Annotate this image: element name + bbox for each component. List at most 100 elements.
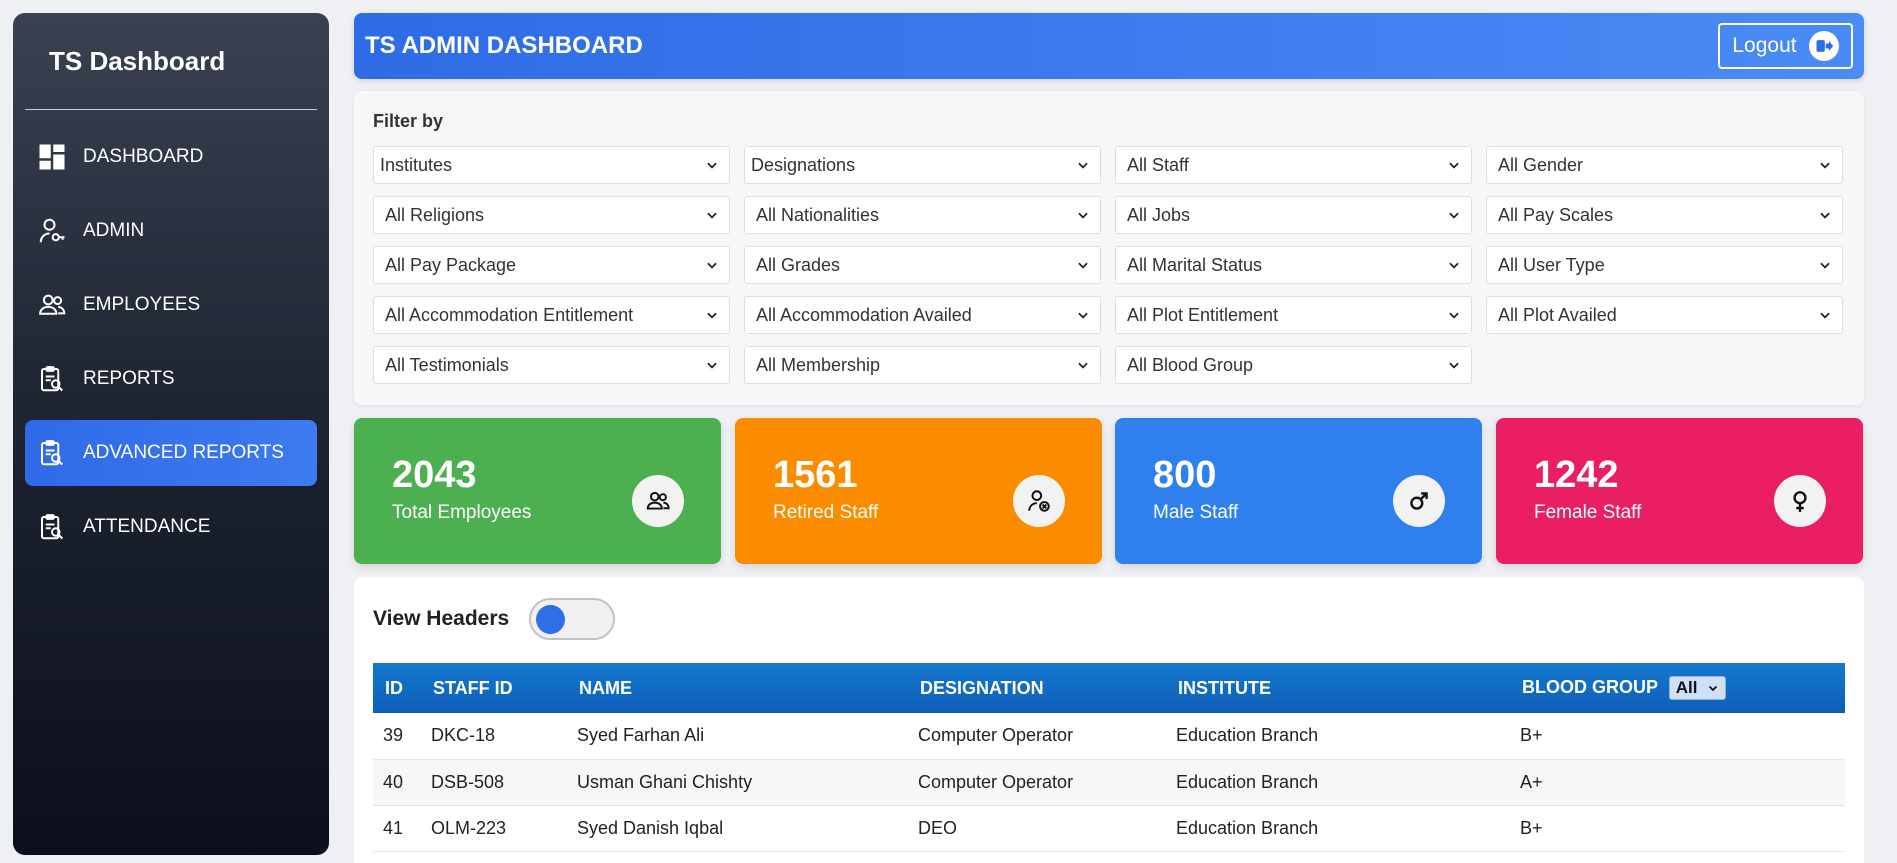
filter-select-all-user-type[interactable]: All User Type [1486, 246, 1843, 284]
filter-select-value: All Plot Entitlement [1127, 304, 1279, 325]
view-headers-row: View Headers [373, 597, 1845, 641]
page-title: TS ADMIN DASHBOARD [365, 32, 643, 59]
filter-select-all-jobs[interactable]: All Jobs [1115, 196, 1472, 234]
filter-select-value: All Marital Status [1127, 254, 1263, 275]
cell-institute: Education Branch [1166, 759, 1510, 806]
blood-group-filter-select[interactable]: All [1668, 676, 1727, 700]
chevron-down-icon [1078, 212, 1088, 219]
cell-name: Syed Farhan Ali [567, 713, 908, 760]
toggle-knob [536, 605, 566, 634]
users-icon [35, 288, 69, 322]
chevron-down-icon [1820, 212, 1830, 219]
filter-select-all-pay-scales[interactable]: All Pay Scales [1486, 196, 1843, 234]
filter-select-all-staff[interactable]: All Staff [1115, 146, 1472, 184]
filter-select-value: Designations [751, 154, 856, 175]
sidebar-divider [25, 109, 317, 110]
male-icon [1393, 475, 1445, 527]
chevron-down-icon [707, 312, 717, 319]
table-row[interactable]: 41 OLM-223 Syed Danish Iqbal DEO Education B… [373, 805, 1845, 852]
chevron-down-icon [1449, 212, 1459, 219]
sidebar-item-label: REPORTS [83, 368, 175, 389]
sidebar: TS Dashboard DASHBOARD ADMIN EMPLOYEES R… [13, 13, 329, 855]
logout-button[interactable]: Logout [1718, 23, 1853, 69]
filter-grid: Institutes Designations All Staff All Gende… [373, 146, 1845, 384]
filter-select-all-accommodation-entitlement[interactable]: All Accommodation Entitlement [373, 296, 730, 334]
cell-staff-id: OLM-223 [421, 805, 567, 852]
chevron-down-icon [1078, 362, 1088, 369]
sidebar-item-label: ADMIN [83, 220, 145, 241]
cell-designation: DEO [908, 805, 1166, 852]
sidebar-item-employees[interactable]: EMPLOYEES [25, 272, 317, 338]
filter-select-all-accommodation-availed[interactable]: All Accommodation Availed [744, 296, 1101, 334]
filter-select-all-testimonials[interactable]: All Testimonials [373, 346, 730, 384]
stat-card-total-employees: 2043 Total Employees [354, 418, 721, 564]
cell-name: Usman Ghani Chishty [567, 759, 908, 806]
filter-select-all-nationalities[interactable]: All Nationalities [744, 196, 1101, 234]
chevron-down-icon [1449, 162, 1459, 169]
clipboard-search-icon [35, 436, 69, 470]
sidebar-item-label: ATTENDANCE [83, 516, 211, 537]
filter-select-value: All Gender [1498, 154, 1584, 175]
dashboard-grid-icon [35, 140, 69, 174]
user-remove-icon [1013, 475, 1065, 527]
filter-select-value: All Accommodation Entitlement [385, 304, 634, 325]
filter-select-value: All Jobs [1127, 204, 1191, 225]
cell-designation: Computer Operator [908, 759, 1166, 806]
sidebar-item-dashboard[interactable]: DASHBOARD [25, 124, 317, 190]
table-row[interactable]: 40 DSB-508 Usman Ghani Chishty Computer Ope… [373, 759, 1845, 806]
stat-card-male-staff: 800 Male Staff [1115, 418, 1482, 564]
clipboard-search-icon [35, 510, 69, 544]
cell-name: Syed Danish Iqbal [567, 805, 908, 852]
chevron-down-icon [1078, 312, 1088, 319]
sidebar-item-label: ADVANCED REPORTS [83, 442, 284, 463]
filter-title: Filter by [373, 111, 444, 131]
filter-select-value: All Nationalities [756, 204, 880, 225]
filter-select-all-membership[interactable]: All Membership [744, 346, 1101, 384]
filter-select-designations[interactable]: Designations [744, 146, 1101, 184]
chevron-down-icon [707, 212, 717, 219]
filter-select-all-blood-group[interactable]: All Blood Group [1115, 346, 1472, 384]
chevron-down-icon [1820, 262, 1830, 269]
filter-select-institutes[interactable]: Institutes [373, 146, 730, 184]
filter-select-value: Institutes [380, 154, 453, 175]
filter-select-all-grades[interactable]: All Grades [744, 246, 1101, 284]
filter-select-value: All User Type [1498, 254, 1605, 275]
cell-blood-group: A+ [1510, 759, 1845, 806]
sidebar-item-label: DASHBOARD [83, 146, 204, 167]
table-row[interactable]: 39 DKC-18 Syed Farhan Ali Computer Operator… [373, 713, 1845, 760]
filter-select-value: All Accommodation Availed [756, 304, 972, 325]
logout-icon [1808, 31, 1839, 61]
chevron-down-icon [1820, 162, 1830, 169]
cell-blood-group: B+ [1510, 713, 1845, 760]
sidebar-item-reports[interactable]: REPORTS [25, 346, 317, 412]
cell-staff-id: DKC-18 [421, 713, 567, 760]
view-headers-label: View Headers [373, 607, 510, 630]
filter-select-all-religions[interactable]: All Religions [373, 196, 730, 234]
filter-select-value: All Grades [756, 254, 841, 275]
filter-select-value: All Religions [385, 204, 485, 225]
column-header-blood-group-label: BLOOD GROUP [1522, 676, 1658, 697]
filter-select-all-gender[interactable]: All Gender [1486, 146, 1843, 184]
cell-designation: Computer Operator [908, 713, 1166, 760]
sidebar-item-label: EMPLOYEES [83, 294, 201, 315]
sidebar-item-advanced-reports[interactable]: ADVANCED REPORTS [25, 420, 317, 486]
filter-select-value: All Membership [756, 354, 881, 375]
filter-select-all-marital-status[interactable]: All Marital Status [1115, 246, 1472, 284]
employee-table-panel: View Headers ID STAFF ID NAME DESIGNATIO… [354, 577, 1864, 863]
filter-select-value: All Plot Availed [1498, 304, 1617, 325]
clipboard-search-icon [35, 362, 69, 396]
chevron-down-icon [1449, 362, 1459, 369]
stat-card-retired-staff: 1561 Retired Staff [735, 418, 1102, 564]
view-headers-toggle[interactable] [529, 598, 616, 640]
column-header-id: ID [385, 677, 403, 698]
filter-select-all-pay-package[interactable]: All Pay Package [373, 246, 730, 284]
filter-select-value: All Blood Group [1127, 354, 1254, 375]
filter-select-all-plot-entitlement[interactable]: All Plot Entitlement [1115, 296, 1472, 334]
chevron-down-icon [707, 362, 717, 369]
sidebar-item-attendance[interactable]: ATTENDANCE [25, 494, 317, 560]
chevron-down-icon [1709, 685, 1718, 692]
cell-institute: Education Branch [1166, 805, 1510, 852]
user-key-icon [35, 214, 69, 248]
filter-select-all-plot-availed[interactable]: All Plot Availed [1486, 296, 1843, 334]
sidebar-item-admin[interactable]: ADMIN [25, 198, 317, 264]
